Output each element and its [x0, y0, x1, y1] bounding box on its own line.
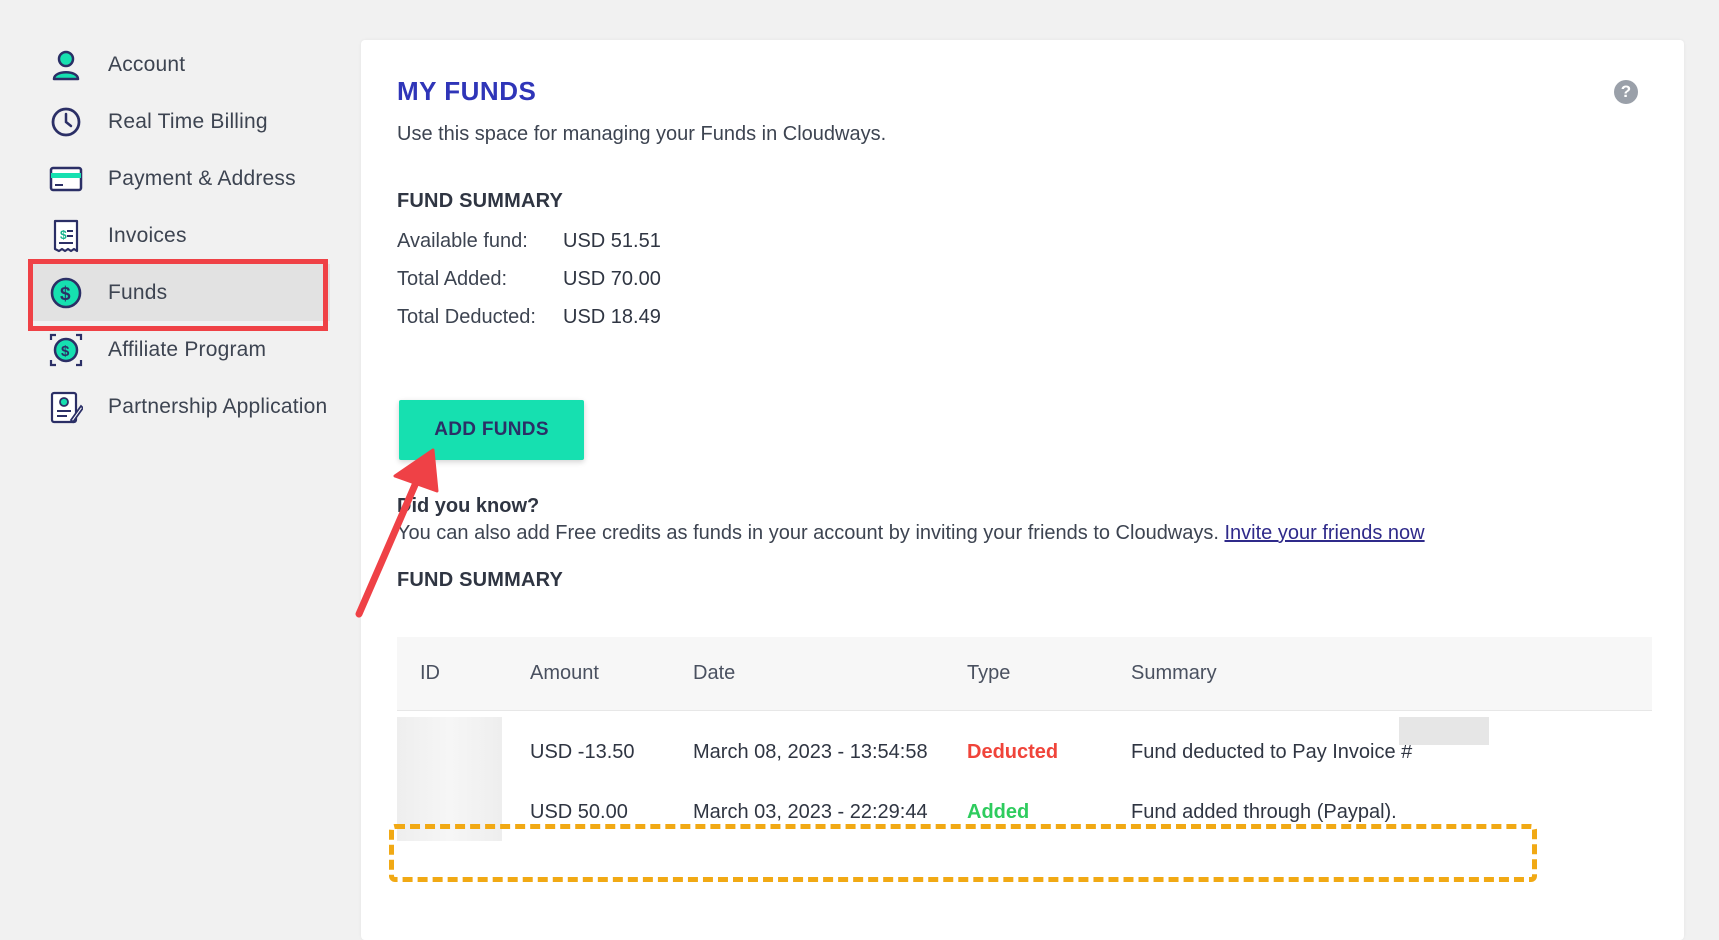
summary-value: USD 51.51 [563, 230, 661, 252]
cell-type: Added [967, 801, 1030, 823]
page-title: MY FUNDS [397, 76, 537, 106]
affiliate-icon: $ [49, 333, 83, 367]
fund-summary-heading: FUND SUMMARY [397, 190, 564, 212]
sidebar-item-label: Real Time Billing [108, 109, 268, 133]
invoice-icon: $ [53, 219, 79, 253]
sidebar-item-account[interactable]: Account [30, 36, 330, 93]
clock-icon [51, 107, 81, 137]
cell-amount: USD 50.00 [530, 801, 628, 823]
sidebar-item-label: Funds [108, 280, 168, 304]
did-you-know-heading: Did you know? [397, 495, 540, 517]
cell-summary: Fund added through (Paypal). [1131, 801, 1397, 823]
column-header-summary: Summary [1131, 662, 1217, 684]
cell-date: March 08, 2023 - 13:54:58 [693, 741, 928, 763]
invite-friends-link[interactable]: Invite your friends now [1225, 522, 1425, 544]
sidebar-item-payment-address[interactable]: Payment & Address [30, 150, 330, 207]
sidebar-item-label: Affiliate Program [108, 337, 267, 361]
cell-summary: Fund deducted to Pay Invoice # [1131, 741, 1413, 763]
account-icon [52, 50, 80, 81]
add-funds-button[interactable]: ADD FUNDS [399, 400, 584, 460]
cell-date: March 03, 2023 - 22:29:44 [693, 801, 928, 823]
dollar-coin-icon: $ [50, 277, 82, 309]
sidebar-item-invoices[interactable]: $ Invoices [30, 207, 330, 264]
summary-label: Total Deducted: [397, 306, 536, 328]
svg-text:$: $ [60, 284, 71, 305]
sidebar-item-label: Account [108, 52, 186, 76]
help-icon[interactable]: ? [1614, 80, 1638, 104]
summary-label: Available fund: [397, 230, 528, 252]
summary-label: Total Added: [397, 268, 508, 290]
summary-value: USD 70.00 [563, 268, 661, 290]
svg-text:$: $ [61, 343, 70, 360]
did-you-know-text: You can also add Free credits as funds i… [397, 522, 1425, 545]
page-subtitle: Use this space for managing your Funds i… [397, 123, 887, 145]
sidebar-item-affiliate-program[interactable]: $ Affiliate Program [30, 321, 330, 378]
partnership-icon [50, 391, 83, 424]
column-header-date: Date [693, 662, 736, 684]
cell-type: Deducted [967, 741, 1059, 763]
column-header-id: ID [420, 662, 440, 684]
column-header-type: Type [967, 662, 1011, 684]
table-header: ID Amount Date Type Summary [397, 637, 1652, 711]
credit-card-icon [49, 166, 83, 192]
sidebar-item-funds[interactable]: $ Funds [30, 264, 330, 321]
fund-history-heading: FUND SUMMARY [397, 569, 564, 591]
sidebar-item-partnership-application[interactable]: Partnership Application [30, 378, 330, 435]
sidebar-item-label: Partnership Application [108, 394, 328, 418]
sidebar-item-real-time-billing[interactable]: Real Time Billing [30, 93, 330, 150]
redacted-id [397, 717, 502, 789]
column-header-amount: Amount [530, 662, 599, 684]
summary-value: USD 18.49 [563, 306, 661, 328]
redacted-invoice-number [1399, 717, 1489, 745]
sidebar-item-label: Invoices [108, 223, 187, 247]
sidebar-item-label: Payment & Address [108, 166, 296, 190]
redacted-id [397, 789, 502, 841]
funds-panel: MY FUNDS Use this space for managing you… [361, 40, 1684, 940]
cell-amount: USD -13.50 [530, 741, 635, 763]
did-you-know-body: You can also add Free credits as funds i… [397, 522, 1225, 544]
table-row: USD 50.00 March 03, 2023 - 22:29:44 Adde… [397, 789, 1652, 861]
table-row: USD -13.50 March 08, 2023 - 13:54:58 Ded… [397, 717, 1652, 789]
svg-text:$: $ [60, 228, 67, 242]
